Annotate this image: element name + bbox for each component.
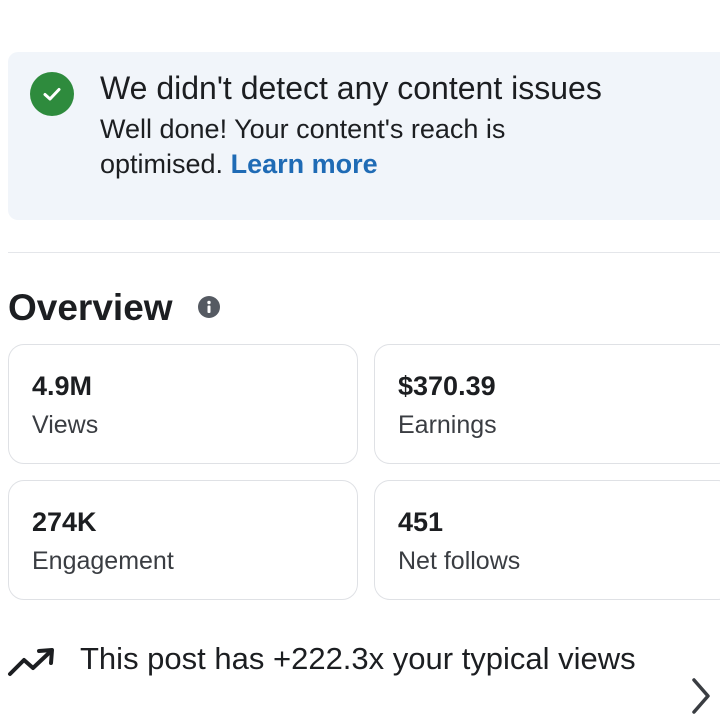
chevron-right-icon[interactable] bbox=[688, 676, 714, 716]
engagement-label: Engagement bbox=[32, 547, 174, 575]
trending-up-icon bbox=[6, 644, 62, 680]
banner-title: We didn't detect any content issues bbox=[100, 70, 602, 106]
learn-more-link[interactable]: Learn more bbox=[231, 149, 378, 179]
section-divider bbox=[8, 252, 720, 253]
views-card[interactable]: 4.9M Views bbox=[8, 344, 358, 464]
views-label: Views bbox=[32, 411, 99, 439]
earnings-label: Earnings bbox=[398, 411, 497, 439]
views-value: 4.9M bbox=[32, 371, 93, 401]
engagement-value: 274K bbox=[32, 507, 97, 537]
net-follows-label: Net follows bbox=[398, 547, 521, 575]
overview-heading: Overview bbox=[8, 287, 173, 328]
check-circle-icon bbox=[30, 72, 74, 116]
earnings-card[interactable]: $370.39 Earnings bbox=[374, 344, 720, 464]
net-follows-value: 451 bbox=[398, 507, 444, 537]
info-icon[interactable] bbox=[198, 296, 220, 318]
net-follows-card[interactable]: 451 Net follows bbox=[374, 480, 720, 600]
earnings-value: $370.39 bbox=[398, 371, 496, 401]
banner-message: Well done! Your content's reach is optim… bbox=[100, 112, 580, 182]
content-insights-page: We didn't detect any content issues Well… bbox=[0, 0, 720, 720]
engagement-card[interactable]: 274K Engagement bbox=[8, 480, 358, 600]
performance-insight-text[interactable]: This post has +222.3x your typical views bbox=[80, 640, 640, 678]
